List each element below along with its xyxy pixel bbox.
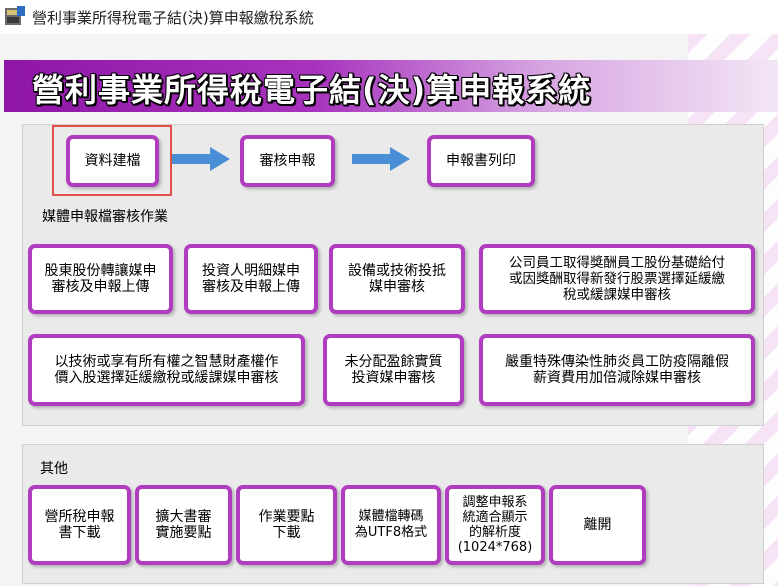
arrow-right-icon bbox=[352, 147, 410, 171]
utf8-convert-button[interactable]: 媒體檔轉碼 為UTF8格式 bbox=[341, 485, 441, 565]
app-icon bbox=[5, 6, 25, 25]
arrow-right-icon bbox=[172, 147, 230, 171]
banner-title: 營利事業所得稅電子結(決)算申報系統 bbox=[32, 71, 592, 109]
form-download-button[interactable]: 營所稅申報 書下載 bbox=[28, 485, 131, 565]
print-return-button[interactable]: 申報書列印 bbox=[427, 135, 535, 187]
adjust-resolution-button[interactable]: 調整申報系 統適合顯示 的解析度 (1024*768) bbox=[445, 485, 545, 565]
other-section-label: 其他 bbox=[40, 461, 68, 477]
ip-investment-deferral-button[interactable]: 以技術或享有所有權之智慧財產權作 價入股選擇延緩繳稅或緩課媒申審核 bbox=[28, 334, 305, 406]
exit-button[interactable]: 離開 bbox=[549, 485, 646, 565]
investor-details-button[interactable]: 投資人明細媒申 審核及申報上傳 bbox=[184, 244, 318, 314]
review-button[interactable]: 審核申報 bbox=[240, 135, 335, 187]
data-entry-button[interactable]: 資料建檔 bbox=[66, 135, 159, 187]
equipment-credit-button[interactable]: 設備或技術投抵 媒申審核 bbox=[329, 244, 465, 314]
undistributed-earnings-button[interactable]: 未分配盈餘實質 投資媒申審核 bbox=[323, 334, 464, 406]
expanded-review-guidelines-button[interactable]: 擴大書審 實施要點 bbox=[135, 485, 232, 565]
operating-guidelines-download-button[interactable]: 作業要點 下載 bbox=[236, 485, 337, 565]
covid-quarantine-button[interactable]: 嚴重特殊傳染性肺炎員工防疫隔離假 薪資費用加倍減除媒申審核 bbox=[479, 334, 755, 406]
window-titlebar: 營利事業所得稅電子結(決)算申報繳稅系統 bbox=[0, 0, 778, 35]
employee-share-deferral-button[interactable]: 公司員工取得獎酬員工股份基礎給付 或因獎酬取得新發行股票選擇延緩繳 稅或緩課媒申… bbox=[479, 244, 755, 314]
header-banner: 營利事業所得稅電子結(決)算申報系統 bbox=[4, 60, 778, 112]
media-section-label: 媒體申報檔審核作業 bbox=[42, 209, 168, 225]
window-title: 營利事業所得稅電子結(決)算申報繳稅系統 bbox=[32, 9, 314, 27]
shareholder-transfer-button[interactable]: 股東股份轉讓媒申 審核及申報上傳 bbox=[28, 244, 173, 314]
